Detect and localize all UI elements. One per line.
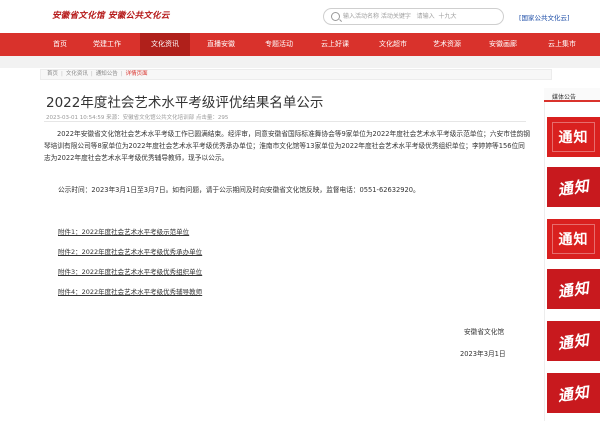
nav-item-culture-news[interactable]: 文化资讯 bbox=[140, 33, 190, 56]
tile-label: 通知 bbox=[556, 330, 591, 353]
nav-item-cloud-courses[interactable]: 云上好课 bbox=[310, 33, 360, 56]
notice-tile-1[interactable]: 通知 bbox=[547, 117, 600, 157]
nav-item-art-resources[interactable]: 艺术资源 bbox=[422, 33, 472, 56]
notice-tile-6[interactable]: 通知 bbox=[547, 373, 600, 413]
attachment-link-3[interactable]: 附件3：2022年度社会艺术水平考级优秀组织单位 bbox=[58, 266, 202, 276]
breadcrumb-culture-news[interactable]: 文化资讯 bbox=[66, 71, 88, 77]
tile-label: 通知 bbox=[556, 278, 591, 301]
tile-label: 通知 bbox=[558, 130, 589, 146]
publicity-notice: 公示时间：2023年3月1日至3月7日。如有问题，请于公示期间及时向安徽省文化馆… bbox=[58, 186, 420, 194]
site-logo[interactable]: 安徽省文化馆 安徽公共文化云 bbox=[52, 9, 170, 21]
nav-item-anhui-gallery[interactable]: 安徽画廊 bbox=[478, 33, 528, 56]
notice-tile-5[interactable]: 通知 bbox=[547, 321, 600, 361]
breadcrumb-notices[interactable]: 通知公告 bbox=[96, 71, 118, 77]
nav-item-home[interactable]: 首页 bbox=[44, 33, 76, 56]
tile-label: 通知 bbox=[556, 382, 591, 405]
main-nav: 首页 党建工作 文化资讯 直播安徽 专题活动 云上好课 文化超市 艺术资源 安徽… bbox=[0, 33, 600, 56]
national-culture-cloud-link[interactable]: [国家公共文化云] bbox=[519, 12, 570, 22]
nav-item-party-building[interactable]: 党建工作 bbox=[82, 33, 132, 56]
signature-organization: 安徽省文化馆 bbox=[464, 328, 505, 336]
nav-item-live-anhui[interactable]: 直播安徽 bbox=[196, 33, 246, 56]
attachment-link-4[interactable]: 附件4：2022年度社会艺术水平考级优秀辅导教师 bbox=[58, 286, 202, 296]
signature-date: 2023年3月1日 bbox=[460, 350, 506, 358]
breadcrumb-separator: | bbox=[90, 71, 93, 77]
site-header: 安徽省文化馆 安徽公共文化云 [国家公共文化云] bbox=[0, 0, 600, 33]
breadcrumb-separator: | bbox=[61, 71, 63, 77]
sidebar-title: 媒体公告 bbox=[552, 94, 577, 101]
notice-tile-4[interactable]: 通知 bbox=[547, 269, 600, 309]
breadcrumb-home[interactable]: 首页 bbox=[47, 71, 58, 77]
article-body: 2022年安徽省文化馆社会艺术水平考级工作已圆满结束。经评审，同意安徽省国际标准… bbox=[44, 130, 530, 162]
title-divider bbox=[44, 121, 526, 122]
nav-item-cloud-fair[interactable]: 云上集市 bbox=[534, 33, 590, 56]
nav-item-special-events[interactable]: 专题活动 bbox=[254, 33, 304, 56]
breadcrumb-separator: | bbox=[120, 71, 123, 77]
notice-tile-3[interactable]: 通知 bbox=[547, 219, 600, 259]
tile-label: 通知 bbox=[556, 176, 591, 199]
search-icon[interactable] bbox=[331, 12, 340, 21]
breadcrumb-current: 详情页面 bbox=[125, 71, 148, 77]
attachment-link-2[interactable]: 附件2：2022年度社会艺术水平考级优秀承办单位 bbox=[58, 246, 202, 256]
search-box[interactable] bbox=[323, 8, 504, 25]
tile-label: 通知 bbox=[558, 232, 589, 248]
sidebar-header: 媒体公告 bbox=[544, 88, 600, 102]
search-input[interactable] bbox=[343, 10, 493, 23]
notice-tile-2[interactable]: 通知 bbox=[547, 167, 600, 207]
article-meta: 2023-03-01 10:54:59 来源：安徽省文化馆公共文化培训部 点击量… bbox=[46, 115, 229, 121]
nav-item-culture-market[interactable]: 文化超市 bbox=[368, 33, 418, 56]
breadcrumb: 首页 | 文化资讯 | 通知公告 | 详情页面 bbox=[40, 69, 552, 80]
article-title: 2022年度社会艺术水平考级评优结果名单公示 bbox=[46, 95, 324, 111]
gray-band bbox=[0, 56, 600, 68]
attachment-link-1[interactable]: 附件1：2022年度社会艺术水平考级示范单位 bbox=[58, 226, 189, 236]
